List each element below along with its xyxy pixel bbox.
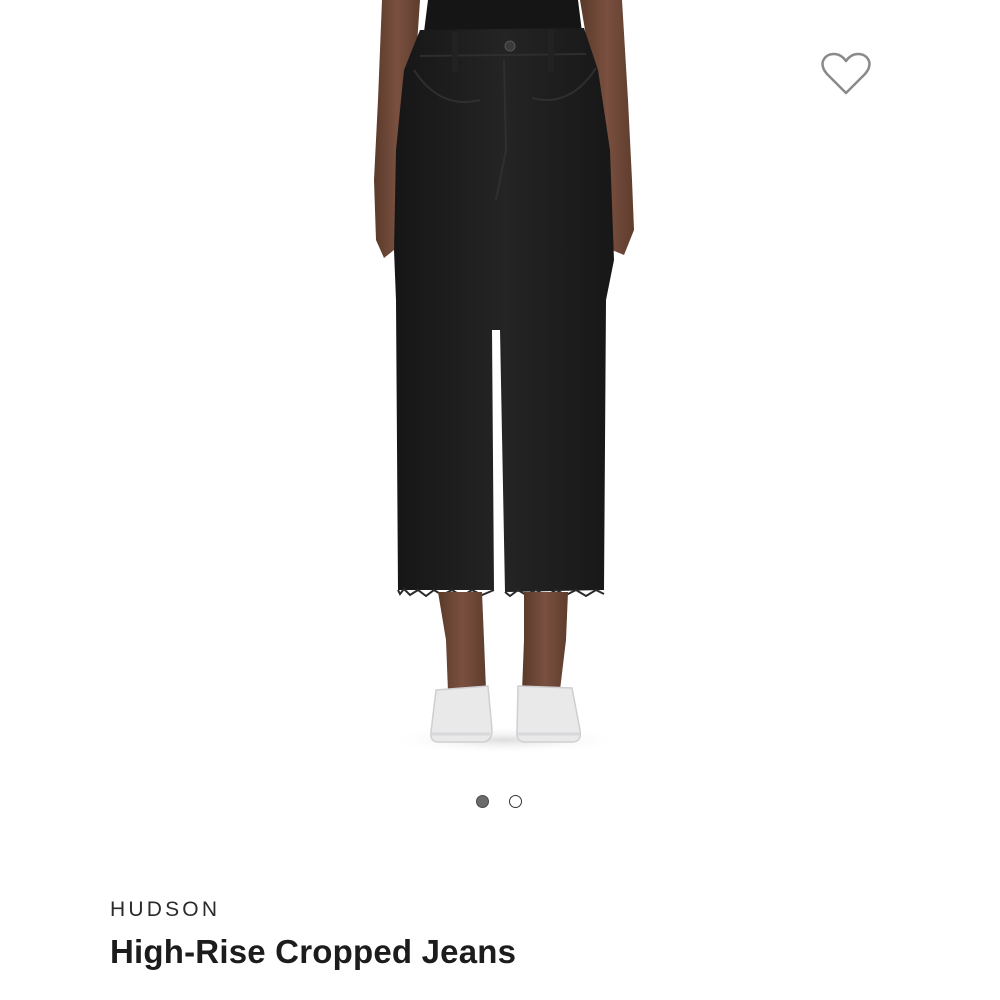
heart-outline-icon: [821, 52, 871, 95]
product-detail-page: HUDSON High-Rise Cropped Jeans: [0, 0, 1000, 1000]
product-image[interactable]: [0, 0, 1000, 770]
image-pager: [0, 795, 1000, 813]
product-title: High-Rise Cropped Jeans: [110, 933, 517, 970]
pager-dot[interactable]: [509, 795, 522, 808]
wishlist-button[interactable]: [816, 46, 876, 102]
product-brand[interactable]: HUDSON: [110, 898, 220, 922]
pager-dot-active[interactable]: [476, 795, 489, 808]
